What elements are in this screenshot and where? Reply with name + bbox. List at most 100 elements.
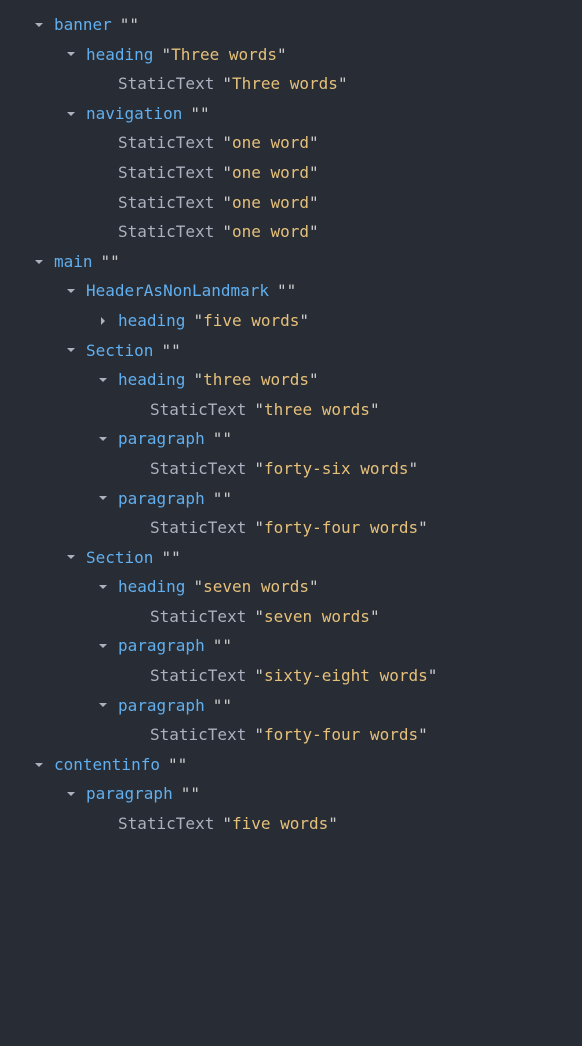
role-name: StaticText [118, 74, 214, 93]
empty-string: "" [213, 489, 232, 508]
tree-row[interactable]: heading "three words" [0, 365, 582, 395]
tree-row[interactable]: StaticText"one word" [0, 188, 582, 218]
chevron-down-icon[interactable] [62, 345, 80, 355]
empty-string: "" [161, 341, 180, 360]
quote: " [309, 193, 319, 212]
empty-string: "" [213, 429, 232, 448]
quote: " [222, 74, 232, 93]
quote: " [161, 45, 171, 64]
tree-row[interactable]: StaticText"three words" [0, 395, 582, 425]
quote: " [418, 725, 428, 744]
tree-row[interactable]: heading"five words" [0, 306, 582, 336]
tree-row[interactable]: paragraph"" [0, 691, 582, 721]
chevron-down-icon[interactable] [62, 552, 80, 562]
chevron-down-icon[interactable] [62, 789, 80, 799]
tree-row[interactable]: StaticText"one word" [0, 217, 582, 247]
node-text: Three words [232, 74, 338, 93]
tree-node-content: banner "" [54, 10, 139, 40]
tree-node-content: StaticText"five words" [118, 809, 338, 839]
quote: " [222, 814, 232, 833]
role-name: StaticText [150, 518, 246, 537]
chevron-down-icon[interactable] [94, 434, 112, 444]
tree-row[interactable]: StaticText"seven words" [0, 602, 582, 632]
tree-row[interactable]: Section"" [0, 543, 582, 573]
quote: " [370, 607, 380, 626]
node-text: forty-four words [264, 725, 418, 744]
role-name: StaticText [118, 193, 214, 212]
quote: " [328, 814, 338, 833]
role-name: StaticText [118, 163, 214, 182]
chevron-down-icon[interactable] [94, 493, 112, 503]
quote: " [408, 459, 418, 478]
quote: " [418, 518, 428, 537]
role-name: heading [118, 577, 185, 596]
quote: " [309, 133, 319, 152]
tree-row[interactable]: paragraph"" [0, 779, 582, 809]
chevron-down-icon[interactable] [94, 700, 112, 710]
role-name: StaticText [150, 666, 246, 685]
tree-row[interactable]: paragraph"" [0, 424, 582, 454]
tree-row[interactable]: paragraph "" [0, 484, 582, 514]
tree-row[interactable]: HeaderAsNonLandmark"" [0, 276, 582, 306]
role-name: paragraph [118, 489, 205, 508]
tree-node-content: heading"five words" [118, 306, 309, 336]
role-name: StaticText [118, 814, 214, 833]
tree-row[interactable]: StaticText"sixty-eight words" [0, 661, 582, 691]
tree-node-content: StaticText"Three words" [118, 69, 348, 99]
tree-row[interactable]: heading"seven words" [0, 572, 582, 602]
chevron-down-icon[interactable] [30, 20, 48, 30]
chevron-down-icon[interactable] [30, 257, 48, 267]
node-text: sixty-eight words [264, 666, 428, 685]
tree-row[interactable]: paragraph"" [0, 631, 582, 661]
node-text: forty-six words [264, 459, 409, 478]
chevron-down-icon[interactable] [62, 286, 80, 296]
chevron-down-icon[interactable] [94, 582, 112, 592]
role-name: paragraph [118, 636, 205, 655]
quote: " [309, 370, 319, 389]
empty-string: "" [101, 252, 120, 271]
role-name: heading [118, 370, 185, 389]
tree-node-content: StaticText"seven words" [150, 602, 380, 632]
node-text: seven words [264, 607, 370, 626]
tree-node-content: heading "three words" [118, 365, 319, 395]
tree-row[interactable]: StaticText"forty-four words" [0, 720, 582, 750]
tree-node-content: StaticText"sixty-eight words" [150, 661, 437, 691]
quote: " [254, 400, 264, 419]
tree-row[interactable]: StaticText"one word" [0, 128, 582, 158]
quote: " [193, 577, 203, 596]
tree-row[interactable]: StaticText"five words" [0, 809, 582, 839]
node-text: forty-four words [264, 518, 418, 537]
tree-row[interactable]: main "" [0, 247, 582, 277]
quote: " [254, 459, 264, 478]
tree-node-content: paragraph"" [118, 631, 232, 661]
tree-row[interactable]: StaticText"forty-four words" [0, 513, 582, 543]
tree-node-content: StaticText"forty-four words" [150, 513, 428, 543]
tree-row[interactable]: StaticText"one word" [0, 158, 582, 188]
chevron-down-icon[interactable] [94, 641, 112, 651]
tree-row[interactable]: contentinfo"" [0, 750, 582, 780]
quote: " [254, 607, 264, 626]
role-name: StaticText [150, 725, 246, 744]
chevron-right-icon[interactable] [94, 316, 112, 326]
empty-string: "" [168, 755, 187, 774]
tree-node-content: Section"" [86, 543, 181, 573]
tree-row[interactable]: Section"" [0, 336, 582, 366]
tree-node-content: StaticText"one word" [118, 158, 319, 188]
role-name: banner [54, 15, 112, 34]
tree-row[interactable]: StaticText"Three words" [0, 69, 582, 99]
chevron-down-icon[interactable] [62, 109, 80, 119]
tree-node-content: main "" [54, 247, 120, 277]
role-name: heading [118, 311, 185, 330]
tree-row[interactable]: heading"Three words" [0, 40, 582, 70]
chevron-down-icon[interactable] [30, 760, 48, 770]
role-name: paragraph [118, 696, 205, 715]
tree-row[interactable]: banner "" [0, 10, 582, 40]
quote: " [193, 370, 203, 389]
role-name: main [54, 252, 93, 271]
node-text: three words [203, 370, 309, 389]
chevron-down-icon[interactable] [94, 375, 112, 385]
tree-row[interactable]: navigation"" [0, 99, 582, 129]
chevron-down-icon[interactable] [62, 49, 80, 59]
empty-string: "" [120, 15, 139, 34]
tree-row[interactable]: StaticText"forty-six words" [0, 454, 582, 484]
